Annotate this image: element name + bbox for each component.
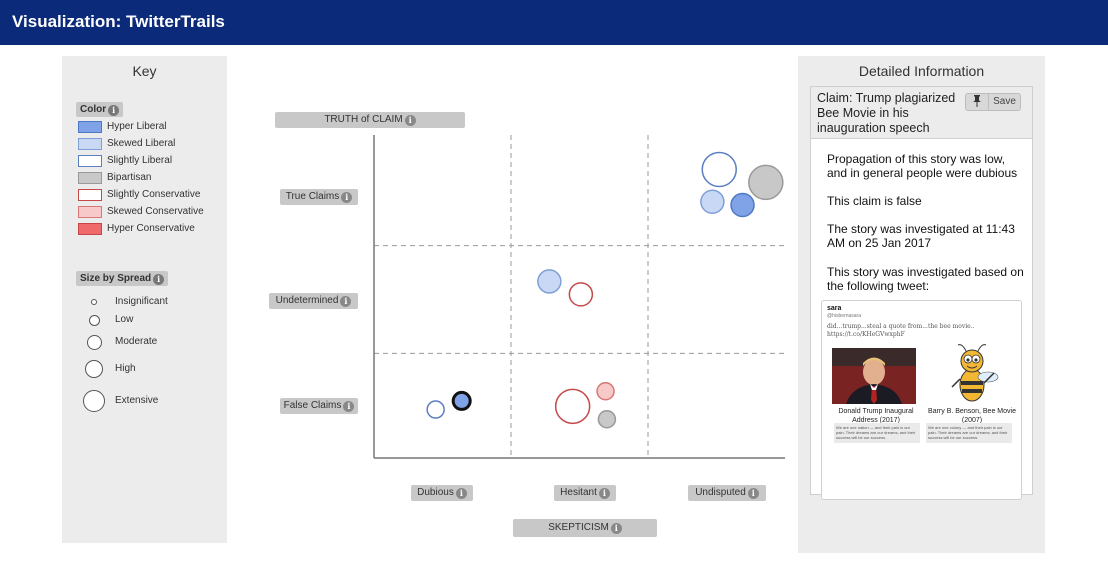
size-legend-label: Extensive	[115, 395, 159, 406]
key-panel: Key Color i Hyper Liberal Skewed Liberal Sl…	[62, 56, 227, 543]
size-circle	[91, 299, 97, 305]
size-circle	[86, 334, 102, 350]
y-category-label: Undetermined	[275, 295, 339, 306]
info-icon[interactable]: i	[108, 105, 120, 116]
info-icon[interactable]: i	[610, 523, 622, 534]
claim-bubble[interactable]	[597, 409, 617, 429]
verdict-text: This claim is false	[827, 194, 922, 208]
x-category-chip[interactable]: Undisputed i	[688, 485, 766, 501]
trump-photo	[832, 348, 916, 404]
x-axis-title[interactable]: SKEPTICISM i	[513, 519, 657, 537]
tweet-author: sara	[827, 305, 842, 312]
claim-bubble[interactable]	[537, 269, 562, 294]
info-icon[interactable]: i	[153, 274, 165, 285]
info-icon[interactable]: i	[455, 488, 467, 499]
claim-bubble[interactable]	[426, 400, 445, 419]
size-circle	[85, 360, 103, 378]
claim-bubble[interactable]	[700, 189, 725, 215]
app-title: Visualization: TwitterTrails	[12, 12, 225, 31]
color-legend-label: Hyper Liberal	[107, 121, 167, 132]
key-title: Key	[132, 63, 157, 79]
pin-icon	[973, 95, 981, 107]
size-legend-label: Low	[115, 314, 134, 325]
plot-area	[373, 135, 785, 459]
claim-bubble[interactable]	[568, 282, 594, 307]
size-legend-label: Insignificant	[115, 296, 168, 307]
claim-card: Claim: Trump plagiarized Bee Movie in hi…	[810, 86, 1033, 500]
info-icon[interactable]: i	[404, 115, 416, 126]
color-legend-label: Bipartisan	[107, 172, 152, 183]
size-circle	[83, 390, 105, 412]
color-swatch	[78, 206, 102, 218]
x-category-chip[interactable]: Hesitant i	[554, 485, 616, 501]
info-icon[interactable]: i	[747, 488, 759, 499]
y-axis-title-label: TRUTH of CLAIM	[324, 114, 403, 125]
tweet-text: did...trump...steal a quote from...the b…	[827, 323, 975, 338]
pin-button[interactable]	[965, 93, 989, 111]
color-legend-label: Color	[80, 104, 107, 115]
x-category-label: Hesitant	[560, 487, 597, 498]
color-legend-label: Slightly Conservative	[107, 189, 201, 200]
color-swatch	[78, 189, 102, 201]
x-category-chip[interactable]: Dubious i	[411, 485, 473, 501]
top-bar: Visualization: TwitterTrails	[0, 0, 1108, 45]
tweet-handle: @hisbernasara	[827, 313, 861, 319]
bee-image	[932, 343, 1010, 405]
info-icon[interactable]: i	[598, 488, 610, 499]
info-icon[interactable]: i	[343, 401, 355, 412]
x-category-label: Undisputed	[695, 487, 746, 498]
y-axis-title[interactable]: TRUTH of CLAIM i	[275, 112, 465, 128]
size-legend-label: Size by Spread	[80, 273, 152, 284]
tweet-embed[interactable]: sara @hisbernasara did...trump...steal a…	[821, 300, 1022, 500]
save-button[interactable]: Save	[989, 93, 1021, 111]
claim-text: Claim: Trump plagiarized Bee Movie in hi…	[817, 91, 956, 135]
color-legend-header[interactable]: Color i	[76, 102, 124, 117]
bubble-chart: TRUTH of CLAIM i True Claims i Undetermined…	[260, 100, 795, 550]
info-icon[interactable]: i	[340, 296, 352, 307]
x-category-label: Dubious	[417, 487, 454, 498]
claim-bubble[interactable]	[748, 164, 784, 201]
size-legend-header[interactable]: Size by Spread i	[76, 271, 169, 286]
claim-header: Claim: Trump plagiarized Bee Movie in hi…	[811, 87, 1032, 139]
claim-bubble[interactable]	[596, 381, 615, 401]
detail-title: Detailed Information	[858, 63, 985, 79]
propagation-text: Propagation of this story was low, and i…	[827, 152, 1018, 180]
color-legend-label: Slightly Liberal	[107, 155, 173, 166]
y-category-chip[interactable]: False Claims i	[280, 398, 358, 414]
color-legend-label: Skewed Conservative	[107, 206, 204, 217]
color-legend-label: Hyper Conservative	[107, 223, 195, 234]
y-category-chip[interactable]: Undetermined i	[269, 293, 358, 309]
color-swatch	[78, 138, 102, 150]
claim-bubble[interactable]	[554, 388, 591, 425]
investigated-time-text: The story was investigated at 11:43 AM o…	[827, 222, 1015, 250]
x-axis-title-label: SKEPTICISM	[548, 522, 609, 533]
claim-bubble[interactable]	[701, 151, 737, 188]
info-icon[interactable]: i	[341, 192, 353, 203]
claim-bubble[interactable]	[451, 390, 472, 411]
size-legend-label: Moderate	[115, 336, 158, 347]
y-category-label: False Claims	[283, 400, 342, 411]
color-swatch	[78, 223, 102, 235]
detail-panel: Detailed Information Claim: Trump plagia…	[798, 56, 1045, 553]
color-swatch	[78, 172, 102, 184]
quote-bee: We are one colony — and their pain is ou…	[926, 423, 1012, 443]
y-category-label: True Claims	[285, 191, 340, 202]
size-legend-label: High	[115, 363, 136, 374]
quote-trump: We are one nation — and their pain is ou…	[834, 423, 920, 443]
y-category-chip[interactable]: True Claims i	[280, 189, 358, 205]
based-on-text: This story was investigated based on the…	[827, 265, 1024, 293]
color-swatch	[78, 121, 102, 133]
color-swatch	[78, 155, 102, 167]
claim-bubble[interactable]	[730, 192, 755, 218]
size-circle	[88, 314, 100, 326]
color-legend-label: Skewed Liberal	[107, 138, 176, 149]
